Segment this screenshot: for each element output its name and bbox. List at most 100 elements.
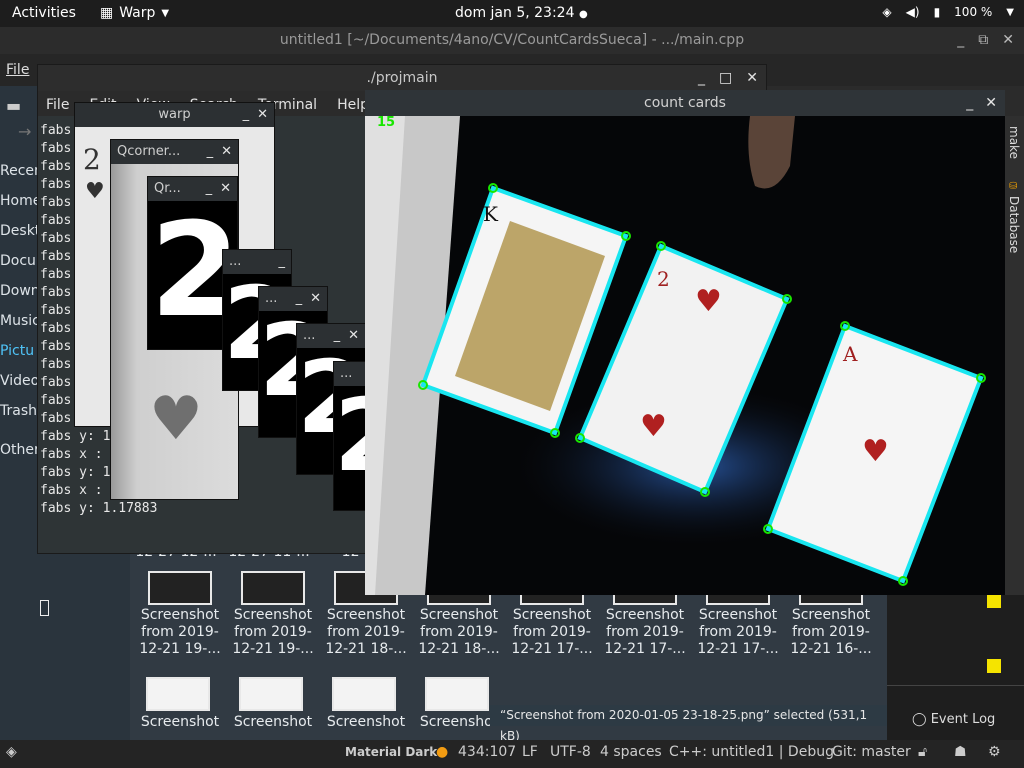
qcorner-title: Qcorner...	[117, 144, 181, 159]
heart-icon: ♥	[85, 179, 105, 204]
camera-frame: K 2 ♥ ♥ A ♥ 15	[365, 116, 1005, 595]
file-label[interactable]: from 2019-	[506, 624, 598, 641]
card-2-rank: 2	[657, 267, 670, 291]
count-cards-title: count cards	[644, 95, 726, 111]
system-tray[interactable]: ◈ ◀) ▮ 100 % ▼	[882, 5, 1014, 19]
app-name: Warp	[119, 5, 156, 21]
file-label[interactable]: Screenshot	[599, 607, 691, 624]
file-label[interactable]: Screenshot	[134, 607, 226, 624]
minimize-icon[interactable]: _	[957, 27, 964, 54]
app-menu[interactable]: ▦ Warp ▼	[100, 5, 169, 21]
card-k-rank: K	[483, 202, 499, 226]
file-label[interactable]: from 2019-	[599, 624, 691, 641]
file-label[interactable]: from 2019-	[413, 624, 505, 641]
minimize-icon[interactable]: _	[243, 103, 250, 127]
back-arrow-icon[interactable]: →	[18, 122, 31, 141]
close-icon[interactable]: ✕	[257, 103, 268, 127]
inspector-icon[interactable]: ☗	[954, 744, 967, 760]
maximize-icon[interactable]: □	[719, 65, 732, 91]
file-label[interactable]: 12-21 17-...	[692, 641, 784, 658]
file-label[interactable]: Screenshot	[413, 607, 505, 624]
event-log-icon: ◯	[912, 712, 927, 727]
clock-label: dom jan 5, 23:24	[455, 5, 575, 21]
file-label[interactable]: from 2019-	[692, 624, 784, 641]
card-a-rank: A	[842, 342, 858, 366]
file-label[interactable]: 12-21 18-...	[320, 641, 412, 658]
sidebar-item-pictures[interactable]: Pictu	[0, 343, 34, 359]
terminal-cursor	[40, 600, 49, 616]
tool-dock: make ⛁ Database	[1005, 116, 1024, 595]
ide-status-bar: ◈ Material Darke ● 434:107 LF UTF-8 4 sp…	[0, 740, 1024, 768]
sidebar-item-videos[interactable]: Video	[0, 373, 39, 389]
activities-button[interactable]: Activities	[12, 5, 76, 21]
terminal-title: ./projmain	[366, 70, 438, 86]
theme-dot-icon: ●	[436, 744, 449, 760]
notifications-icon[interactable]: ⚙	[988, 744, 1001, 760]
file-thumbnail[interactable]	[146, 677, 210, 711]
sidebar-item-music[interactable]: Music	[0, 313, 40, 329]
file-label[interactable]: Screenshot	[506, 607, 598, 624]
file-thumbnail[interactable]	[425, 677, 489, 711]
file-label[interactable]: 12-21 17-...	[506, 641, 598, 658]
file-thumbnail[interactable]	[239, 677, 303, 711]
heart-icon: ♥	[695, 284, 722, 319]
cursor-position[interactable]: 434:107	[458, 744, 516, 760]
sidebar-item-documents[interactable]: Docu	[0, 253, 36, 269]
file-label[interactable]: Screenshot	[320, 607, 412, 624]
file-label[interactable]: 12-21 19-...	[134, 641, 226, 658]
file-label[interactable]: Screenshot	[227, 607, 319, 624]
file-label[interactable]: 12-21 17-...	[599, 641, 691, 658]
file-label[interactable]: 12-21 16-...	[785, 641, 877, 658]
dock-item-make[interactable]: make	[1007, 126, 1021, 159]
file-thumbnail[interactable]	[241, 571, 305, 605]
sidebar-item-home[interactable]: Home	[0, 193, 41, 209]
battery-label: 100 %	[954, 5, 993, 19]
restore-icon[interactable]: ⧉	[978, 27, 988, 54]
warp-title: warp	[158, 107, 191, 122]
heart-icon: ♥	[149, 384, 203, 454]
line-ending[interactable]: LF	[522, 744, 538, 760]
close-icon[interactable]: ✕	[746, 65, 758, 91]
git-branch[interactable]: Git: master	[832, 744, 911, 760]
count-cards-window[interactable]: count cards _ ✕ K 2 ♥ ♥ A ♥ 15	[365, 90, 1005, 595]
terminal-menu-file[interactable]: File	[46, 97, 69, 116]
file-thumbnail[interactable]	[332, 677, 396, 711]
terminal-title-bar: ./projmain _ □ ✕	[38, 65, 766, 91]
menu-file[interactable]: File	[6, 62, 29, 78]
sidebar-item-other-locations[interactable]: Other	[0, 442, 40, 458]
file-label[interactable]: Screenshot	[320, 714, 412, 731]
layers-icon[interactable]: ◈	[6, 744, 17, 760]
minimize-icon[interactable]: _	[698, 65, 705, 91]
encoding[interactable]: UTF-8	[550, 744, 591, 760]
file-label[interactable]: from 2019-	[134, 624, 226, 641]
lock-icon[interactable]: 🔓︎	[918, 744, 927, 760]
dock-item-database[interactable]: Database	[1007, 196, 1021, 253]
context-selector[interactable]: C++: untitled1 | Debug	[669, 744, 834, 760]
indent-setting[interactable]: 4 spaces	[600, 744, 662, 760]
file-label[interactable]: Screenshot	[227, 714, 319, 731]
clock[interactable]: dom jan 5, 23:24 ●	[455, 5, 588, 21]
minimize-icon[interactable]: _	[207, 140, 214, 164]
file-label[interactable]: 12-21 18-...	[413, 641, 505, 658]
close-icon[interactable]: ✕	[1002, 27, 1014, 54]
sidebar-item-downloads[interactable]: Down	[0, 283, 40, 299]
event-log-button[interactable]: ◯ Event Log	[912, 712, 995, 727]
sidebar-item-desktop[interactable]: Deskt	[0, 223, 40, 239]
file-label[interactable]: Screenshot	[692, 607, 784, 624]
file-label[interactable]: from 2019-	[227, 624, 319, 641]
minimize-icon[interactable]: _	[966, 90, 973, 116]
close-icon[interactable]: ✕	[221, 140, 232, 164]
selection-status: “Screenshot from 2020-01-05 23-18-25.png…	[490, 705, 887, 743]
close-icon[interactable]: ✕	[985, 90, 997, 116]
ide-title: untitled1 [~/Documents/4ano/CV/CountCard…	[279, 32, 745, 48]
database-icon: ⛁	[1009, 181, 1018, 192]
file-label[interactable]: from 2019-	[320, 624, 412, 641]
file-label[interactable]: Screenshot	[134, 714, 226, 731]
sidebar-item-trash[interactable]: Trash	[0, 403, 37, 419]
file-label[interactable]: 12-21 19-...	[227, 641, 319, 658]
file-label[interactable]: Screenshot	[785, 607, 877, 624]
file-label[interactable]: from 2019-	[785, 624, 877, 641]
theme-label[interactable]: Material Darke	[345, 745, 445, 759]
chevron-down-icon: ▼	[1006, 6, 1014, 18]
file-thumbnail[interactable]	[148, 571, 212, 605]
